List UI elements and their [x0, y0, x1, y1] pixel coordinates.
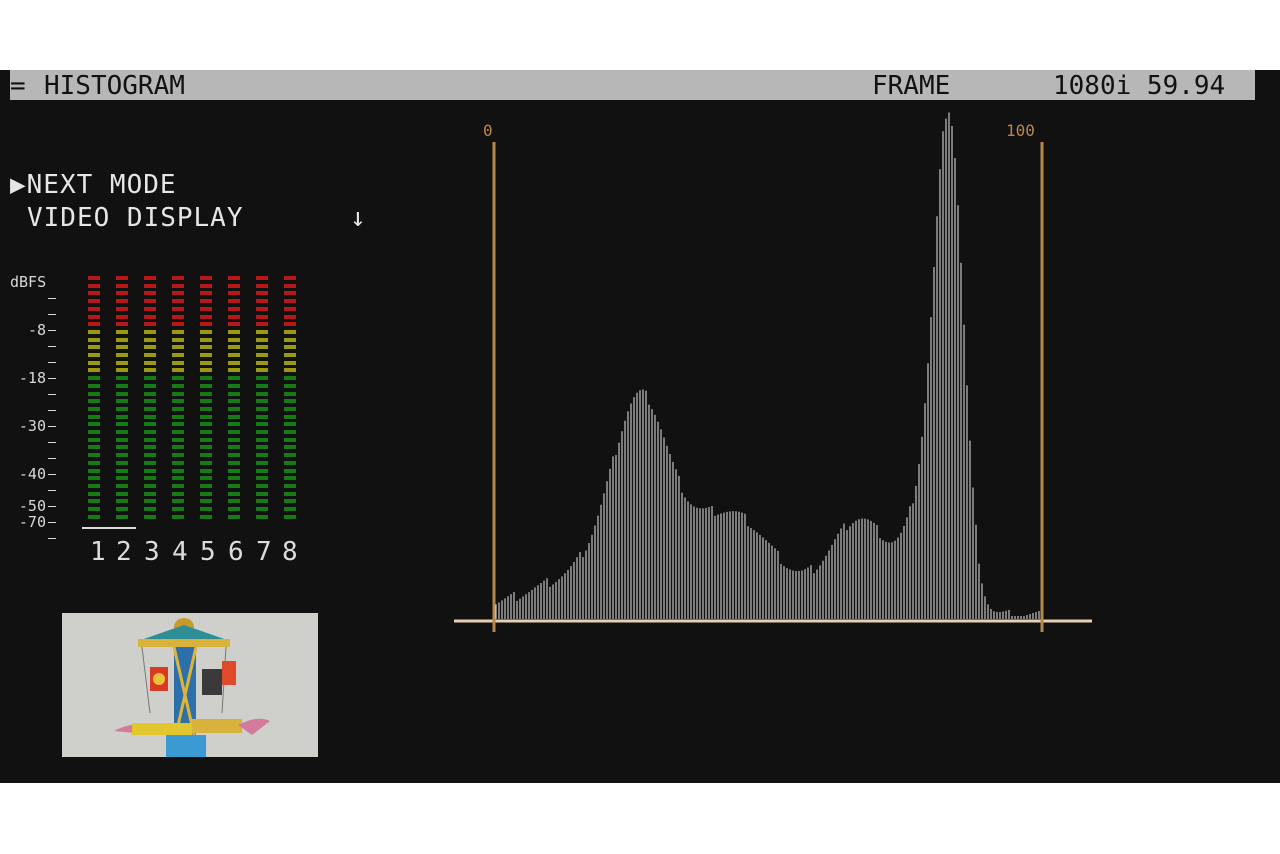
histogram-plot	[454, 112, 1092, 632]
histogram-max-label: 100	[1006, 121, 1035, 140]
histogram-bars	[495, 112, 1043, 619]
histogram-min-label: 0	[483, 121, 493, 140]
waveform-monitor-screen: = HISTOGRAM FRAME 1080i 59.94 ▶NEXT MODE…	[0, 70, 1280, 783]
